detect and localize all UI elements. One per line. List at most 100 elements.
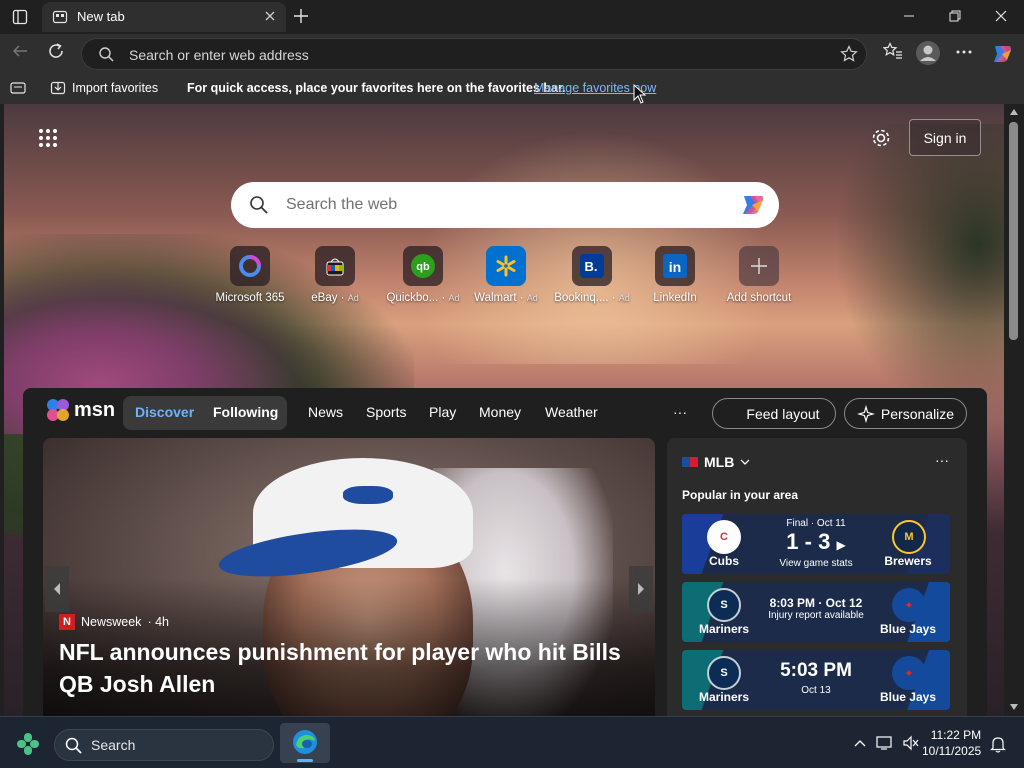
copilot-icon[interactable]: [990, 42, 1014, 66]
tab-following[interactable]: Following: [213, 404, 278, 420]
start-icon[interactable]: [16, 732, 40, 756]
personalize-sparkle-icon: [856, 404, 875, 423]
sports-more-button[interactable]: ···: [935, 452, 949, 468]
game-time: 5:03 PM: [780, 660, 852, 681]
add-shortcut-button[interactable]: Add shortcut: [716, 246, 802, 304]
close-window-icon[interactable]: [978, 0, 1024, 32]
svg-text:in: in: [669, 259, 681, 275]
scroll-down-icon[interactable]: [1009, 703, 1019, 711]
browser-tab[interactable]: New tab: [42, 2, 286, 32]
nav-play[interactable]: Play: [429, 404, 456, 420]
page-scrollbar[interactable]: [1004, 104, 1024, 716]
quick-link-quickbooks[interactable]: qb Quickbo... · Ad: [380, 246, 466, 304]
nav-money[interactable]: Money: [479, 404, 521, 420]
msn-logo[interactable]: msn: [45, 398, 115, 422]
quickbooks-icon: qb: [403, 246, 443, 286]
blue-jays-logo-icon: ✦: [892, 656, 926, 690]
taskbar-clock[interactable]: 11:22 PM 10/11/2025: [922, 727, 981, 759]
show-hidden-icons-chevron[interactable]: [854, 739, 866, 747]
personalize-button[interactable]: Personalize: [844, 398, 967, 429]
scroll-up-icon[interactable]: [1009, 108, 1019, 116]
league-name: MLB: [704, 454, 735, 470]
next-story-button[interactable]: [629, 566, 653, 612]
hero-story-card[interactable]: N Newsweek · 4h NFL announces punishment…: [43, 438, 655, 716]
more-options-icon[interactable]: [955, 44, 973, 62]
web-search-box[interactable]: Search the web: [231, 182, 779, 228]
mariners-logo-icon: S: [707, 588, 741, 622]
quick-link-booking[interactable]: B. Bookinq.... · Ad: [549, 246, 635, 304]
quick-link-label: Microsoft 365: [215, 292, 285, 304]
nav-news[interactable]: News: [308, 404, 343, 420]
back-icon[interactable]: [11, 42, 29, 60]
msn-logo-text: msn: [74, 398, 116, 421]
nav-more-button[interactable]: ···: [673, 404, 687, 420]
taskbar-search[interactable]: Search: [54, 729, 274, 761]
taskbar: Search 11:22 PM 10/11/2025: [0, 716, 1024, 768]
game-card[interactable]: C Cubs Final · Oct 11 1 - 3 ▶ View game …: [682, 514, 950, 574]
booking-icon: B.: [572, 246, 612, 286]
app-launcher-icon[interactable]: [38, 128, 58, 148]
story-headline[interactable]: NFL announces punishment for player who …: [59, 636, 639, 700]
network-icon[interactable]: [876, 735, 894, 751]
msn-butterfly-icon: [45, 398, 71, 422]
previous-story-button[interactable]: [45, 566, 69, 612]
newtab-icon: [52, 9, 68, 25]
close-tab-icon[interactable]: [264, 10, 276, 22]
nav-sports[interactable]: Sports: [366, 404, 406, 420]
favorite-star-icon[interactable]: [840, 45, 858, 63]
game-score: 1 - 3: [786, 529, 831, 554]
scrollbar-thumb[interactable]: [1009, 122, 1018, 340]
new-tab-icon[interactable]: [293, 8, 309, 24]
game-card[interactable]: S Mariners 5:03 PM Oct 13 ✦ Blue Jays: [682, 650, 950, 710]
volume-muted-icon[interactable]: [902, 735, 920, 751]
sign-in-button[interactable]: Sign in: [909, 119, 981, 156]
taskbar-edge-button[interactable]: [280, 723, 330, 763]
story-source-name: Newsweek: [81, 615, 142, 629]
quick-link-ebay[interactable]: eBay · Ad: [292, 246, 378, 304]
notifications-bell-icon[interactable]: [990, 735, 1006, 753]
mlb-logo-icon: [682, 457, 698, 467]
tab-title: New tab: [77, 9, 125, 24]
refresh-icon[interactable]: [47, 42, 65, 60]
quick-link-linkedin[interactable]: in LinkedIn: [632, 246, 718, 304]
address-placeholder: Search or enter web address: [129, 47, 309, 63]
away-team: Blue Jays: [879, 690, 937, 704]
ad-label: Ad: [526, 293, 538, 303]
feed-layout-label: Feed layout: [746, 405, 820, 422]
profile-avatar-icon[interactable]: [915, 40, 941, 66]
navigation-bar: Search or enter web address: [0, 34, 1024, 74]
address-bar[interactable]: Search or enter web address: [81, 38, 867, 70]
mouse-cursor-icon: [633, 84, 647, 104]
restore-icon[interactable]: [932, 0, 978, 32]
edge-icon: [292, 729, 318, 755]
ad-label: Ad: [618, 293, 630, 303]
cubs-logo-icon: C: [707, 520, 741, 554]
import-favorites-button[interactable]: Import favorites: [72, 81, 158, 95]
quick-link-microsoft365[interactable]: Microsoft 365: [207, 246, 293, 304]
settings-gear-icon[interactable]: [870, 127, 892, 149]
favorites-icon[interactable]: [883, 42, 903, 60]
nav-weather[interactable]: Weather: [545, 404, 598, 420]
tab-actions-icon[interactable]: [12, 9, 28, 25]
quick-link-walmart[interactable]: Walmart · Ad: [463, 246, 549, 304]
linkedin-icon: in: [655, 246, 695, 286]
ad-label: Ad: [448, 293, 460, 303]
plus-icon: [739, 246, 779, 286]
feed-layout-button[interactable]: Feed layout: [712, 398, 836, 429]
ad-label: Ad: [347, 293, 359, 303]
brewers-logo-icon: M: [892, 520, 926, 554]
taskbar-search-label: Search: [91, 737, 136, 753]
title-bar: New tab: [0, 0, 1024, 34]
tab-discover[interactable]: Discover: [135, 404, 194, 420]
league-selector[interactable]: MLB: [682, 454, 750, 470]
game-card[interactable]: S Mariners 8:03 PM · Oct 12 Injury repor…: [682, 582, 950, 642]
game-note: Injury report available: [768, 610, 864, 621]
svg-text:qb: qb: [416, 261, 430, 273]
sidebar-toggle-icon[interactable]: [10, 81, 26, 95]
sports-scores-card: MLB ··· Popular in your area C Cubs Fina…: [667, 438, 967, 716]
minimize-icon[interactable]: [886, 0, 932, 32]
msn-feed: msn Discover Following News Sports Play …: [23, 388, 987, 716]
copilot-icon[interactable]: [738, 191, 768, 219]
quick-link-label: Bookinq....: [554, 292, 609, 304]
web-search-placeholder: Search the web: [286, 196, 398, 213]
